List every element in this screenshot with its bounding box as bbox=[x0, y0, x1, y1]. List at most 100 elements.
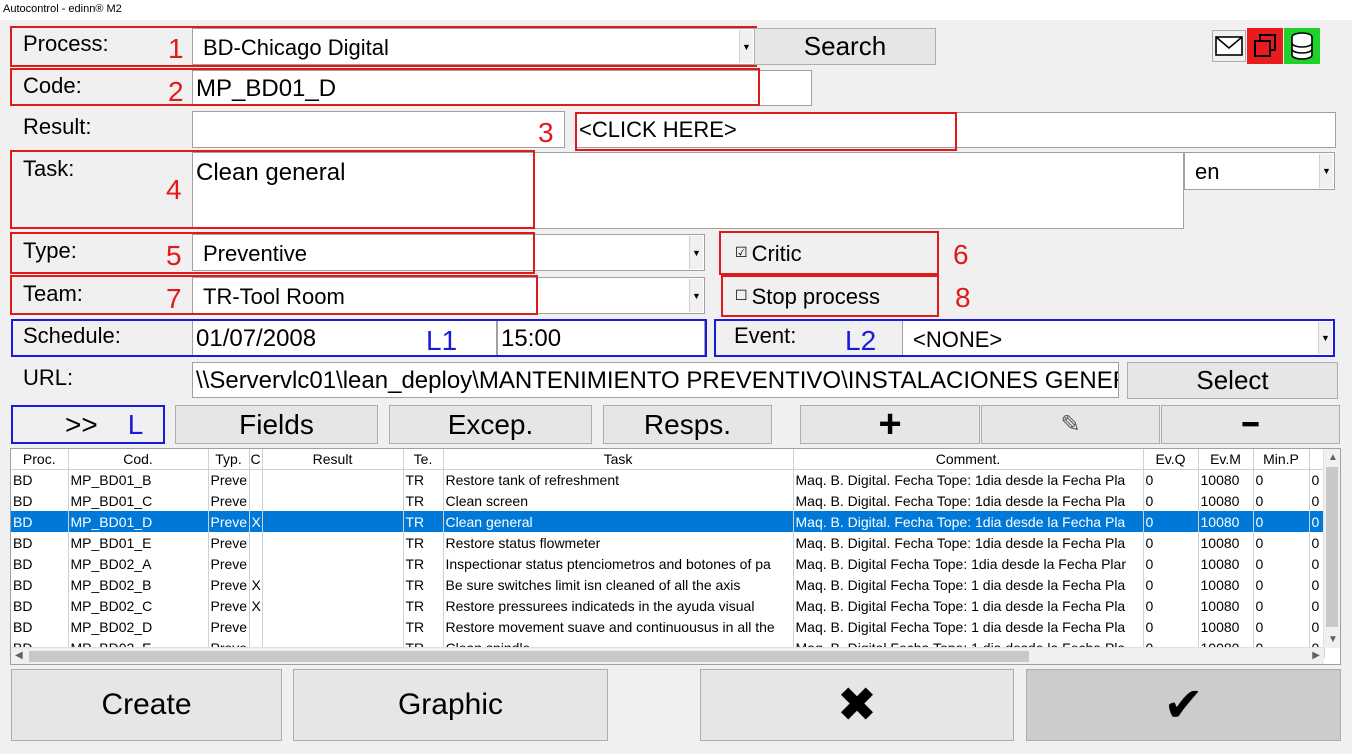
table-cell bbox=[249, 532, 263, 553]
table-cell: MP_BD02_C bbox=[68, 595, 209, 616]
graphic-button[interactable]: Graphic bbox=[293, 669, 608, 741]
annotation-label-l2: L2 bbox=[845, 325, 877, 356]
table-cell: TR bbox=[403, 616, 444, 637]
chevron-down-icon[interactable]: ▼ bbox=[1319, 154, 1333, 188]
ok-button[interactable]: ✔ bbox=[1026, 669, 1341, 741]
scroll-left-icon[interactable]: ◀ bbox=[15, 650, 23, 661]
annotation-number-7: 7 bbox=[166, 283, 182, 314]
table-cell: 0 bbox=[1253, 469, 1310, 490]
pencil-icon: ✎ bbox=[1060, 411, 1081, 438]
horizontal-scrollbar[interactable]: ◀ ▶ bbox=[11, 647, 1324, 664]
table-cell: 0 bbox=[1309, 553, 1325, 574]
annotation-box-8 bbox=[721, 275, 939, 317]
mail-icon[interactable] bbox=[1212, 30, 1246, 62]
table-cell bbox=[249, 616, 263, 637]
result-field[interactable] bbox=[192, 111, 565, 148]
table-cell: 0 bbox=[1143, 490, 1199, 511]
grid-column-header[interactable]: Min.P bbox=[1253, 449, 1310, 470]
table-row[interactable]: BD MP_BD02_A Preve TR Inspectionar status pt… bbox=[11, 553, 1325, 574]
table-cell: Restore status flowmeter bbox=[443, 532, 794, 553]
table-cell: BD bbox=[11, 616, 69, 637]
table-cell: 0 bbox=[1253, 616, 1310, 637]
expand-label: >> bbox=[65, 408, 98, 440]
table-cell: Preve bbox=[208, 574, 250, 595]
plus-icon: + bbox=[878, 402, 902, 446]
annotation-box-5 bbox=[10, 232, 535, 274]
table-cell: 0 bbox=[1143, 574, 1199, 595]
table-cell bbox=[249, 469, 263, 490]
table-cell: 0 bbox=[1253, 511, 1310, 532]
grid-column-header[interactable]: Ev.Q bbox=[1143, 449, 1199, 470]
grid-column-header[interactable]: Ev.M bbox=[1198, 449, 1254, 470]
resps-button[interactable]: Resps. bbox=[603, 405, 772, 444]
scroll-right-icon[interactable]: ▶ bbox=[1312, 650, 1320, 661]
table-row[interactable]: BD MP_BD01_E Preve TR Restore status flowmet… bbox=[11, 532, 1325, 553]
table-cell: MP_BD02_D bbox=[68, 616, 209, 637]
table-row[interactable]: BD MP_BD02_B Preve X TR Be sure switches limi… bbox=[11, 574, 1325, 595]
table-cell: Clean general bbox=[443, 511, 794, 532]
grid-column-header[interactable] bbox=[1309, 449, 1325, 470]
table-cell: Preve bbox=[208, 616, 250, 637]
table-cell: 0 bbox=[1143, 616, 1199, 637]
database-icon[interactable] bbox=[1284, 28, 1320, 64]
grid-column-header[interactable]: Result bbox=[262, 449, 404, 470]
table-cell bbox=[262, 616, 404, 637]
vertical-scroll-thumb[interactable] bbox=[1326, 467, 1338, 627]
create-button[interactable]: Create bbox=[11, 669, 282, 741]
table-cell: Inspectionar status ptenciometros and bo… bbox=[443, 553, 794, 574]
table-cell: 0 bbox=[1309, 616, 1325, 637]
table-cell: Be sure switches limit isn cleaned of al… bbox=[443, 574, 794, 595]
task-grid[interactable]: Proc. Cod. Typ. C Result Te. Task Comment. Ev.Q E… bbox=[10, 448, 1341, 665]
grid-column-header[interactable]: Proc. bbox=[11, 449, 69, 470]
language-select[interactable]: en ▼ bbox=[1184, 152, 1335, 190]
table-cell: BD bbox=[11, 532, 69, 553]
table-cell: Maq. B. Digital Fecha Tope: 1 dia desde … bbox=[793, 616, 1144, 637]
scroll-down-icon[interactable]: ▼ bbox=[1328, 634, 1338, 645]
annotation-number-5: 5 bbox=[166, 240, 182, 271]
expand-button[interactable]: >> L bbox=[11, 405, 165, 444]
remove-button[interactable]: ━ bbox=[1161, 405, 1340, 444]
table-cell: 10080 bbox=[1198, 490, 1254, 511]
table-cell: Clean screen bbox=[443, 490, 794, 511]
table-cell: 10080 bbox=[1198, 511, 1254, 532]
table-cell: MP_BD02_B bbox=[68, 574, 209, 595]
fields-button[interactable]: Fields bbox=[175, 405, 378, 444]
scroll-up-icon[interactable]: ▲ bbox=[1328, 452, 1338, 463]
table-row[interactable]: BD MP_BD01_B Preve TR Restore tank of refres… bbox=[11, 469, 1325, 490]
table-cell: 0 bbox=[1309, 595, 1325, 616]
table-row[interactable]: BD MP_BD02_D Preve TR Restore movement suave… bbox=[11, 616, 1325, 637]
horizontal-scroll-thumb[interactable] bbox=[29, 651, 1029, 662]
windows-icon[interactable] bbox=[1247, 28, 1283, 64]
grid-column-header[interactable]: Typ. bbox=[208, 449, 250, 470]
table-row[interactable]: BD MP_BD01_C Preve TR Clean screen Maq. B. Di… bbox=[11, 490, 1325, 511]
table-cell: 0 bbox=[1143, 511, 1199, 532]
edit-button[interactable]: ✎ bbox=[981, 405, 1160, 444]
grid-column-header[interactable]: Te. bbox=[403, 449, 444, 470]
table-cell: TR bbox=[403, 511, 444, 532]
grid-column-header[interactable]: C bbox=[249, 449, 263, 470]
table-cell: 0 bbox=[1309, 574, 1325, 595]
annotation-number-1: 1 bbox=[168, 33, 184, 64]
grid-column-header[interactable]: Comment. bbox=[793, 449, 1144, 470]
add-button[interactable]: + bbox=[800, 402, 980, 446]
grid-column-header[interactable]: Cod. bbox=[68, 449, 209, 470]
cancel-button[interactable]: ✖ bbox=[700, 669, 1014, 741]
chevron-down-icon[interactable]: ▼ bbox=[689, 236, 703, 269]
annotation-label-l1: L1 bbox=[426, 325, 458, 356]
chevron-down-icon[interactable]: ▼ bbox=[689, 279, 703, 312]
table-cell: BD bbox=[11, 511, 69, 532]
search-button[interactable]: Search bbox=[754, 28, 936, 65]
table-cell: Preve bbox=[208, 532, 250, 553]
table-cell bbox=[262, 553, 404, 574]
url-field[interactable]: \\Servervlc01\lean_deploy\MANTENIMIENTO … bbox=[192, 362, 1119, 398]
table-cell: Preve bbox=[208, 595, 250, 616]
excep-button[interactable]: Excep. bbox=[389, 405, 592, 444]
table-cell: TR bbox=[403, 553, 444, 574]
table-row[interactable]: BD MP_BD02_C Preve X TR Restore pressurees in… bbox=[11, 595, 1325, 616]
select-button[interactable]: Select bbox=[1127, 362, 1338, 399]
annotation-number-8: 8 bbox=[955, 282, 971, 313]
vertical-scrollbar[interactable]: ▲ ▼ bbox=[1323, 449, 1340, 648]
checkmark-icon: ✔ bbox=[1163, 679, 1204, 732]
table-row[interactable]: BD MP_BD01_D Preve X TR Clean general Maq. B. … bbox=[11, 511, 1325, 532]
grid-column-header[interactable]: Task bbox=[443, 449, 794, 470]
